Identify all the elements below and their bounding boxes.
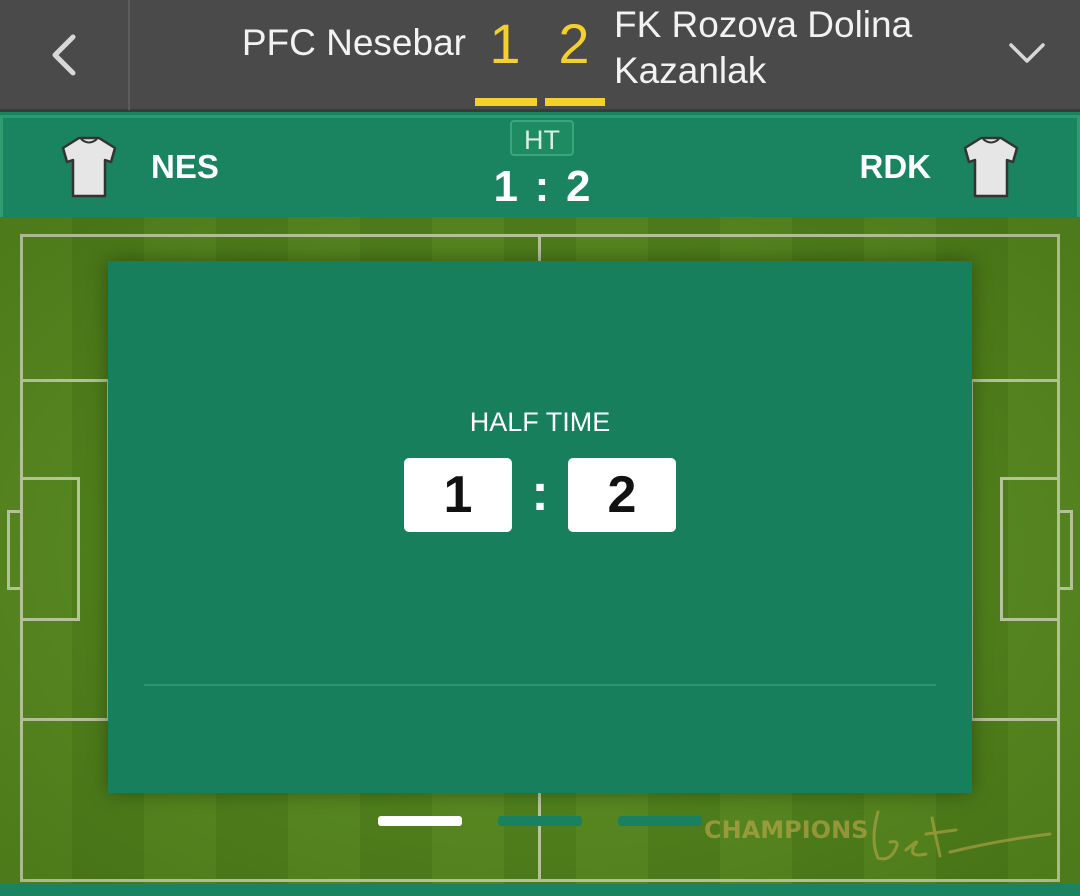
pager-dot-3[interactable] — [618, 816, 702, 826]
expand-button[interactable] — [1004, 30, 1050, 76]
match-header: PFC Nesebar 1 2 FK Rozova Dolina Kazanla… — [0, 0, 1080, 112]
half-time-title: HALF TIME — [469, 407, 611, 437]
championsbet-logo: CHAMPIONS — [700, 800, 1060, 870]
logo-script-bet — [872, 810, 1052, 861]
compact-score-separator: : — [534, 162, 552, 211]
right-goal — [1057, 510, 1073, 590]
pager-dot-2[interactable] — [498, 816, 582, 826]
left-penalty-area — [20, 379, 110, 721]
compact-home-score: 1 — [493, 162, 520, 211]
away-score-underline — [545, 98, 605, 106]
away-team-name: FK Rozova Dolina Kazanlak — [614, 2, 944, 94]
home-team-name: PFC Nesebar — [241, 22, 466, 63]
left-goal-area — [20, 477, 80, 621]
home-shirt-icon — [61, 136, 117, 198]
card-away-score: 2 — [568, 458, 676, 532]
home-score: 1 — [489, 12, 521, 75]
away-team-name-line2: Kazanlak — [614, 50, 767, 91]
half-time-card: HALF TIME 1 : 2 — [108, 261, 972, 793]
card-score-separator: : — [531, 464, 549, 522]
home-team-abbr: NES — [151, 148, 219, 185]
compact-score: 1:2 — [473, 162, 613, 212]
away-team-abbr: RDK — [859, 148, 932, 185]
away-team-name-line1: FK Rozova Dolina — [614, 4, 913, 45]
period-badge: HT — [510, 120, 574, 156]
chevron-left-icon — [52, 34, 76, 76]
team-strip: NES HT 1:2 RDK — [0, 115, 1080, 217]
back-button[interactable] — [0, 0, 130, 110]
home-score-underline — [475, 98, 537, 106]
away-shirt-icon — [963, 136, 1019, 198]
card-home-score: 1 — [404, 458, 512, 532]
left-goal — [7, 510, 23, 590]
compact-away-score: 2 — [566, 162, 593, 211]
pager-dot-1[interactable] — [378, 816, 462, 826]
footer-strip — [0, 884, 1080, 896]
chevron-down-icon — [1009, 43, 1045, 63]
away-score: 2 — [558, 12, 590, 75]
card-divider — [144, 684, 936, 686]
right-goal-area — [1000, 477, 1060, 621]
right-penalty-area — [970, 379, 1060, 721]
